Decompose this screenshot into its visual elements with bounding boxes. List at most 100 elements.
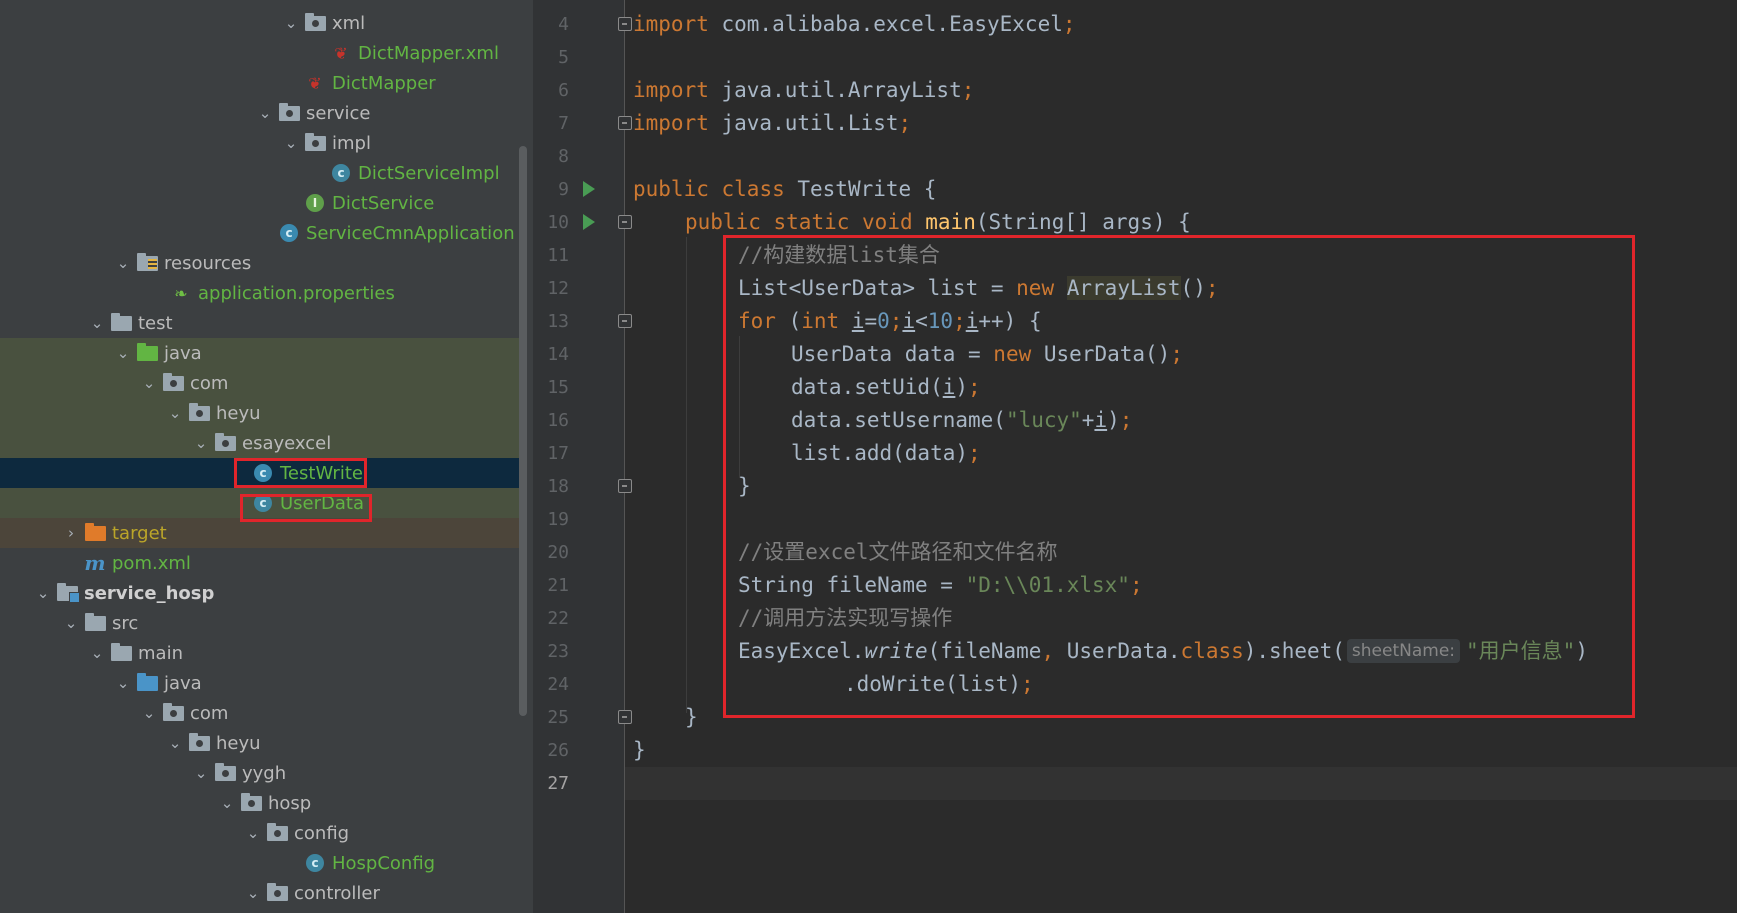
line-number: 27: [547, 773, 569, 794]
run-main-icon[interactable]: [583, 214, 595, 230]
folder-icon: [110, 642, 132, 662]
test-source-folder-icon: [136, 342, 158, 362]
tree-item-dictservice[interactable]: I DictService: [0, 188, 519, 218]
tree-item-yygh[interactable]: ⌄ yygh: [0, 758, 519, 788]
code-line-10[interactable]: public static void main(String[] args) {: [685, 206, 1191, 239]
fold-icon[interactable]: [618, 215, 632, 229]
code-line-15[interactable]: data.setUid(i);: [791, 371, 981, 404]
chevron-down-icon[interactable]: ⌄: [110, 344, 136, 362]
fold-icon[interactable]: [618, 116, 632, 130]
chevron-down-icon[interactable]: ⌄: [278, 134, 304, 152]
chevron-down-icon[interactable]: ⌄: [252, 104, 278, 122]
chevron-down-icon[interactable]: ⌄: [240, 824, 266, 842]
package-icon: [214, 762, 236, 782]
tree-item-label: controller: [294, 882, 380, 904]
chevron-down-icon[interactable]: ⌄: [162, 404, 188, 422]
tree-item-application-properties[interactable]: ❧ application.properties: [0, 278, 519, 308]
code-line-26[interactable]: }: [633, 734, 646, 767]
chevron-down-icon[interactable]: ⌄: [278, 14, 304, 32]
chevron-down-icon[interactable]: ⌄: [162, 734, 188, 752]
tree-item-userdata[interactable]: c UserData: [0, 488, 519, 518]
fold-icon[interactable]: [618, 17, 632, 31]
code-editor[interactable]: 4 5 6 7 8 9 10 11 12 13 14 15 16 17 18 1…: [533, 0, 1737, 913]
line-number: 7: [558, 113, 569, 134]
code-line-23[interactable]: EasyExcel.write(fileName, UserData.class…: [738, 635, 1588, 668]
tree-item-test-com[interactable]: ⌄ com: [0, 368, 519, 398]
code-line-6[interactable]: import java.util.ArrayList;: [633, 74, 974, 107]
chevron-down-icon[interactable]: ⌄: [58, 614, 84, 632]
package-icon: [304, 132, 326, 152]
project-tree-panel[interactable]: ⌄ xml ❦ DictMapper.xml ❦ DictMapper ⌄ se…: [0, 0, 533, 913]
class-icon: c: [304, 854, 326, 872]
tree-item-resources[interactable]: ⌄ resources: [0, 248, 519, 278]
package-icon: [266, 822, 288, 842]
line-number: 21: [547, 575, 569, 596]
tree-item-config[interactable]: ⌄ config: [0, 818, 519, 848]
tree-item-label: ServiceCmnApplication: [306, 222, 515, 244]
code-line-25[interactable]: }: [685, 701, 698, 734]
chevron-down-icon[interactable]: ⌄: [84, 644, 110, 662]
chevron-down-icon[interactable]: ⌄: [84, 314, 110, 332]
tree-item-controller[interactable]: ⌄ controller: [0, 878, 519, 908]
tree-item-xml[interactable]: ⌄ xml: [0, 8, 519, 38]
code-line-22[interactable]: //调用方法实现写操作: [738, 602, 952, 635]
chevron-down-icon[interactable]: ⌄: [240, 884, 266, 902]
tree-item-dictserviceimpl[interactable]: c DictServiceImpl: [0, 158, 519, 188]
chevron-down-icon[interactable]: ⌄: [188, 764, 214, 782]
chevron-down-icon[interactable]: ⌄: [110, 674, 136, 692]
tree-item-service[interactable]: ⌄ service: [0, 98, 519, 128]
mybatis-icon: ❦: [308, 73, 322, 93]
chevron-down-icon[interactable]: ⌄: [188, 434, 214, 452]
tree-item-label: DictService: [332, 192, 435, 214]
spring-boot-class-icon: c: [278, 224, 300, 242]
code-line-18[interactable]: }: [738, 470, 751, 503]
code-line-7[interactable]: import java.util.List;: [633, 107, 911, 140]
code-line-17[interactable]: list.add(data);: [791, 437, 981, 470]
code-line-24[interactable]: .doWrite(list);: [844, 668, 1034, 701]
chevron-down-icon[interactable]: ⌄: [136, 704, 162, 722]
tree-item-main-java[interactable]: ⌄ java: [0, 668, 519, 698]
chevron-down-icon[interactable]: ⌄: [30, 584, 56, 602]
code-line-11[interactable]: //构建数据list集合: [738, 239, 940, 272]
tree-item-test-java[interactable]: ⌄ java: [0, 338, 519, 368]
tree-item-label: main: [138, 642, 183, 664]
line-number: 14: [547, 344, 569, 365]
line-number: 4: [558, 14, 569, 35]
fold-icon[interactable]: [618, 479, 632, 493]
tree-item-servicecmnapplication[interactable]: c ServiceCmnApplication: [0, 218, 519, 248]
tree-item-main-com[interactable]: ⌄ com: [0, 698, 519, 728]
code-line-20[interactable]: //设置excel文件路径和文件名称: [738, 536, 1058, 569]
tree-item-main[interactable]: ⌄ main: [0, 638, 519, 668]
tree-item-impl[interactable]: ⌄ impl: [0, 128, 519, 158]
tree-item-target[interactable]: › target: [0, 518, 519, 548]
tree-scrollbar[interactable]: [519, 146, 527, 716]
code-line-21[interactable]: String fileName = "D:\\01.xlsx";: [738, 569, 1143, 602]
run-class-icon[interactable]: [583, 181, 595, 197]
code-line-9[interactable]: public class TestWrite {: [633, 173, 936, 206]
chevron-down-icon[interactable]: ⌄: [110, 254, 136, 272]
tree-item-dictmapper-xml[interactable]: ❦ DictMapper.xml: [0, 38, 519, 68]
code-line-13[interactable]: for (int i=0;i<10;i++) {: [738, 305, 1042, 338]
code-line-14[interactable]: UserData data = new UserData();: [791, 338, 1183, 371]
spring-properties-icon: ❧: [174, 283, 188, 303]
tree-item-src[interactable]: ⌄ src: [0, 608, 519, 638]
tree-item-pom-xml[interactable]: m pom.xml: [0, 548, 519, 578]
tree-item-hospconfig[interactable]: c HospConfig: [0, 848, 519, 878]
tree-item-hosp[interactable]: ⌄ hosp: [0, 788, 519, 818]
chevron-down-icon[interactable]: ⌄: [214, 794, 240, 812]
code-line-12[interactable]: List<UserData> list = new ArrayList();: [738, 272, 1219, 305]
tree-item-test[interactable]: ⌄ test: [0, 308, 519, 338]
tree-item-service-hosp[interactable]: ⌄ service_hosp: [0, 578, 519, 608]
tree-item-test-heyu[interactable]: ⌄ heyu: [0, 398, 519, 428]
fold-icon[interactable]: [618, 314, 632, 328]
chevron-down-icon[interactable]: ⌄: [136, 374, 162, 392]
tree-item-dictmapper[interactable]: ❦ DictMapper: [0, 68, 519, 98]
tree-item-esayexcel[interactable]: ⌄ esayexcel: [0, 428, 519, 458]
fold-icon[interactable]: [618, 710, 632, 724]
tree-item-label: DictMapper.xml: [358, 42, 499, 64]
tree-item-main-heyu[interactable]: ⌄ heyu: [0, 728, 519, 758]
code-line-4[interactable]: import com.alibaba.excel.EasyExcel;: [633, 8, 1076, 41]
tree-item-testwrite[interactable]: c TestWrite: [0, 458, 519, 488]
code-line-16[interactable]: data.setUsername("lucy"+i);: [791, 404, 1132, 437]
chevron-right-icon[interactable]: ›: [58, 524, 84, 542]
